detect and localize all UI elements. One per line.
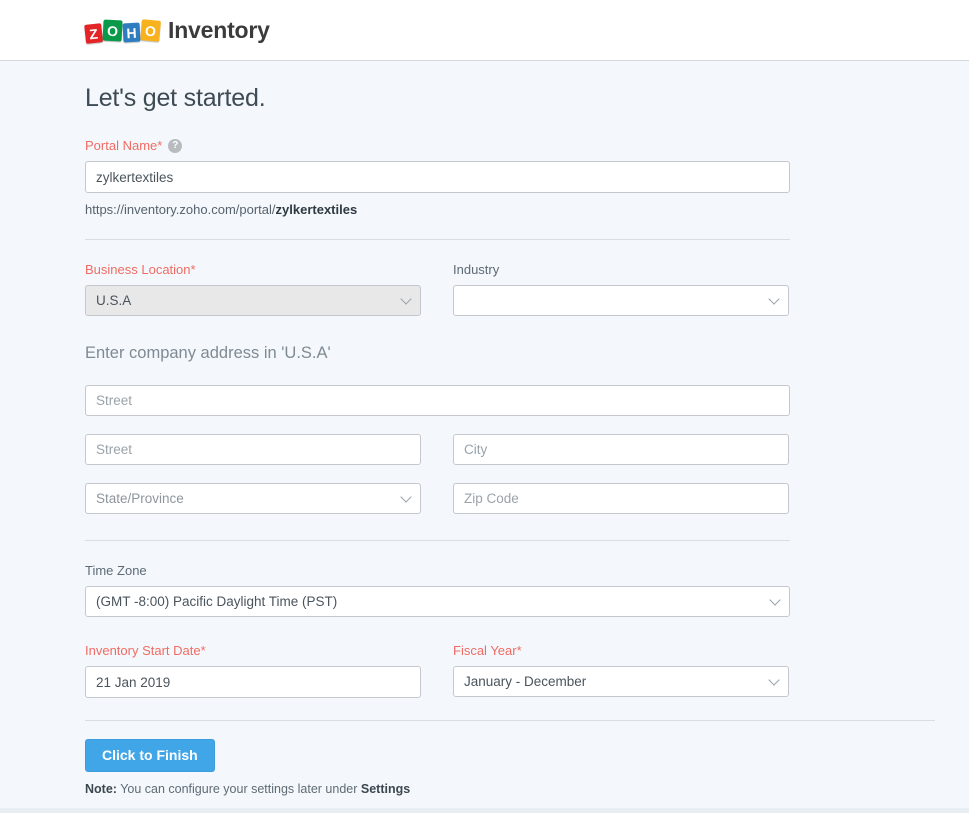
app-header: Z O H O Inventory: [0, 0, 969, 61]
inventory-start-date-field-group: Inventory Start Date*: [85, 643, 421, 698]
zoho-logo-letter-o1: O: [103, 20, 123, 42]
zip-field-group: [453, 483, 789, 514]
portal-url-value: zylkertextiles: [276, 202, 358, 217]
portal-name-field-group: Portal Name* ? https://inventory.zoho.co…: [85, 138, 790, 217]
inventory-start-date-label: Inventory Start Date*: [85, 643, 421, 659]
portal-name-label-text: Portal Name*: [85, 138, 162, 154]
note-settings-link[interactable]: Settings: [361, 782, 410, 796]
business-location-value: U.S.A: [96, 293, 131, 308]
note-text: You can configure your settings later un…: [117, 782, 361, 796]
zoho-logo-letter-o2: O: [140, 19, 161, 42]
street-line-1-input[interactable]: [85, 385, 790, 416]
bottom-strip: [0, 808, 969, 813]
inventory-start-date-input[interactable]: [85, 666, 421, 698]
zip-code-input[interactable]: [453, 483, 789, 514]
fiscal-year-select[interactable]: January - December: [453, 666, 789, 697]
state-zip-row: State/Province: [85, 483, 790, 514]
time-zone-value: (GMT -8:00) Pacific Daylight Time (PST): [96, 594, 337, 609]
product-name-label: Inventory: [168, 17, 270, 44]
date-fiscal-row: Inventory Start Date* Fiscal Year* Janua…: [85, 643, 790, 698]
divider-middle: [85, 540, 790, 541]
state-field-group: State/Province: [85, 483, 421, 514]
divider-top: [85, 239, 790, 240]
fiscal-year-label: Fiscal Year*: [453, 643, 789, 659]
zoho-logo-letter-h: H: [123, 23, 141, 43]
industry-field-group: Industry: [453, 262, 789, 316]
portal-url-preview: https://inventory.zoho.com/portal/zylker…: [85, 202, 790, 217]
state-province-value: State/Province: [96, 491, 184, 506]
page-title: Let's get started.: [85, 61, 969, 113]
industry-label: Industry: [453, 262, 789, 278]
chevron-down-icon: [402, 493, 411, 502]
onboarding-form: Portal Name* ? https://inventory.zoho.co…: [85, 138, 790, 698]
zoho-logo-letter-z: Z: [84, 23, 103, 44]
setup-page: Let's get started. Portal Name* ? https:…: [0, 61, 969, 796]
portal-name-label: Portal Name* ?: [85, 138, 790, 154]
portal-name-input[interactable]: [85, 161, 790, 193]
street-line-2-input[interactable]: [85, 434, 421, 465]
business-location-label: Business Location*: [85, 262, 421, 278]
address-section-heading: Enter company address in 'U.S.A': [85, 344, 790, 363]
chevron-down-icon: [770, 676, 779, 685]
state-province-select[interactable]: State/Province: [85, 483, 421, 514]
city-input[interactable]: [453, 434, 789, 465]
fiscal-year-field-group: Fiscal Year* January - December: [453, 643, 789, 698]
city-field-group: [453, 434, 789, 465]
time-zone-field-group: Time Zone (GMT -8:00) Pacific Daylight T…: [85, 563, 790, 617]
chevron-down-icon: [770, 295, 779, 304]
chevron-down-icon: [771, 596, 780, 605]
portal-url-prefix: https://inventory.zoho.com/portal/: [85, 202, 276, 217]
chevron-down-icon: [402, 295, 411, 304]
time-zone-select[interactable]: (GMT -8:00) Pacific Daylight Time (PST): [85, 586, 790, 617]
street2-city-row: [85, 434, 790, 465]
business-location-field-group: Business Location* U.S.A: [85, 262, 421, 316]
business-location-select[interactable]: U.S.A: [85, 285, 421, 316]
fiscal-year-value: January - December: [464, 674, 586, 689]
divider-bottom: [85, 720, 935, 721]
street2-field-group: [85, 434, 421, 465]
click-to-finish-button[interactable]: Click to Finish: [85, 739, 215, 772]
street1-field-group: [85, 385, 790, 416]
question-mark-icon[interactable]: ?: [168, 139, 182, 153]
form-actions: Click to Finish Note: You can configure …: [85, 739, 969, 796]
settings-note: Note: You can configure your settings la…: [85, 782, 969, 796]
note-prefix: Note:: [85, 782, 117, 796]
location-industry-row: Business Location* U.S.A Industry: [85, 262, 790, 316]
time-zone-label: Time Zone: [85, 563, 790, 579]
industry-select[interactable]: [453, 285, 789, 316]
zoho-logo-icon: Z O H O: [85, 18, 161, 42]
zoho-inventory-logo[interactable]: Z O H O Inventory: [85, 17, 270, 44]
